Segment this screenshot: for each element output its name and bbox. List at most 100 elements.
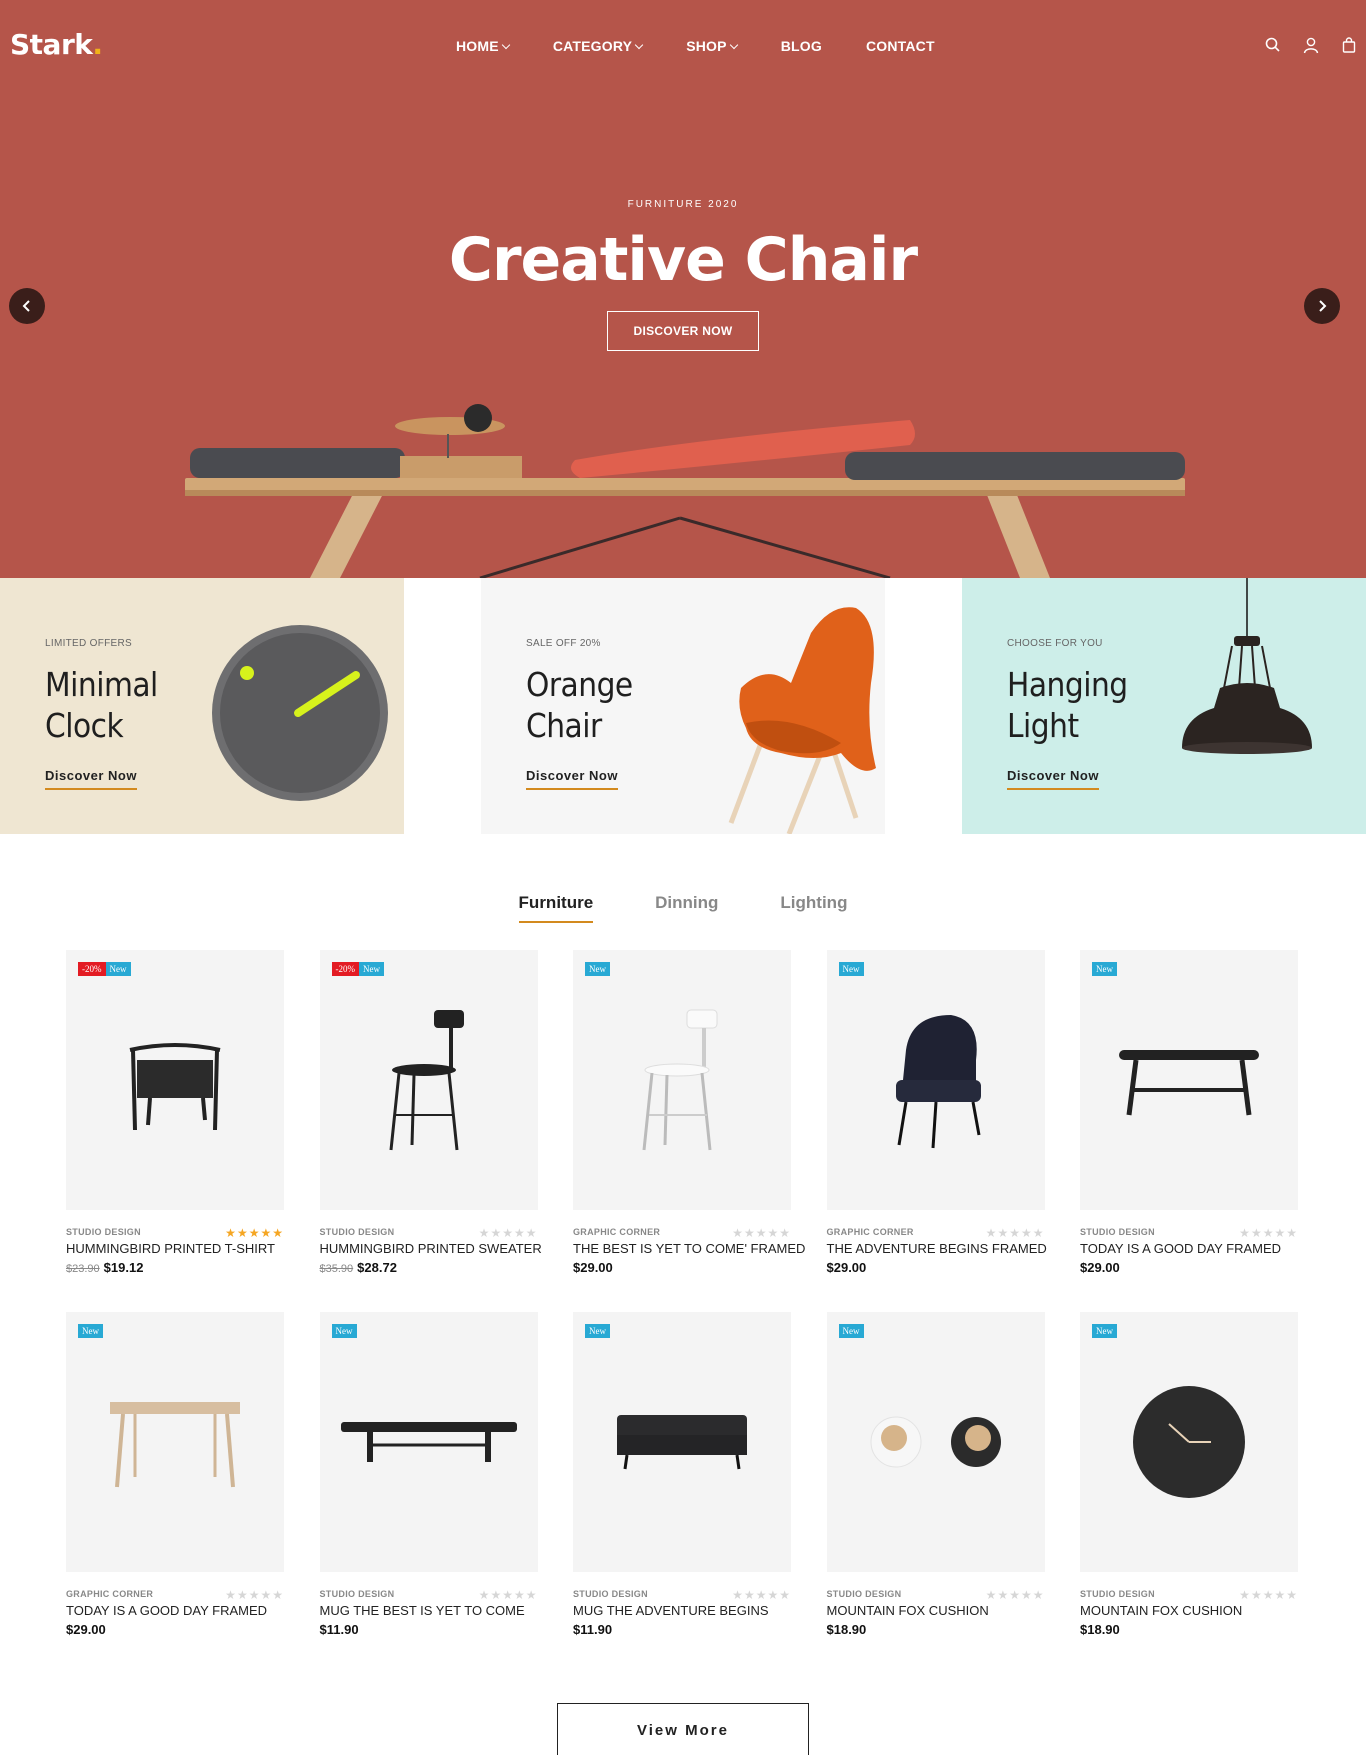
old-price: $35.90	[319, 1263, 354, 1275]
product-price: $11.90	[573, 1622, 791, 1637]
star-icon: ★	[1009, 1226, 1021, 1240]
hero-title: Creative Chair	[448, 225, 918, 295]
product-name[interactable]: MOUNTAIN FOX CUSHION	[1080, 1603, 1298, 1618]
product-card[interactable]: New STUDIO DESIGN ★★★★★ MUG THE ADVENTURE B…	[573, 1312, 791, 1659]
product-card[interactable]: New STUDIO DESIGN ★★★★★ MUG THE BEST IS YET…	[319, 1312, 538, 1659]
star-icon: ★	[513, 1226, 526, 1240]
product-meta: GRAPHIC CORNER ★★★★★ THE BEST IS YET TO CO…	[573, 1226, 805, 1297]
product-name[interactable]: MOUNTAIN FOX CUSHION	[827, 1603, 1045, 1618]
logo[interactable]: Stark.	[10, 28, 103, 61]
main-nav: HOME CATEGORY SHOP BLOG CONTACT	[456, 38, 979, 54]
orange-chair-image	[728, 607, 876, 834]
product-name[interactable]: THE ADVENTURE BEGINS FRAMED	[827, 1241, 1047, 1256]
star-icon: ★	[260, 1226, 273, 1240]
product-image[interactable]: New	[319, 1312, 538, 1572]
rating-stars: ★★★★★	[986, 1226, 1045, 1240]
tab-dinning[interactable]: Dinning	[655, 893, 718, 923]
star-icon: ★	[490, 1588, 503, 1602]
shopping-bag-icon[interactable]	[1340, 36, 1358, 54]
star-icon: ★	[732, 1226, 744, 1240]
nav-shop[interactable]: SHOP	[686, 38, 738, 54]
star-icon: ★	[1250, 1226, 1263, 1240]
product-card[interactable]: -20% New STUDIO DESIGN ★★★★★ HUMMINGBIRD PRI…	[66, 950, 284, 1297]
rating-stars: ★★★★★	[732, 1226, 791, 1240]
product-name[interactable]: THE BEST IS YET TO COME' FRAMED	[573, 1241, 805, 1256]
product-image[interactable]: New	[66, 1312, 284, 1572]
current-price: $19.12	[103, 1260, 144, 1275]
product-badges: New	[585, 962, 610, 976]
banner-hanging-light[interactable]: CHOOSE FOR YOU Hanging Light Discover No…	[962, 578, 1366, 834]
current-price: $11.90	[319, 1622, 359, 1637]
rating-stars: ★★★★★	[479, 1226, 538, 1240]
slider-next-button[interactable]	[1304, 288, 1340, 324]
product-badges: New	[1092, 962, 1117, 976]
nav-contact[interactable]: CONTACT	[866, 38, 935, 54]
star-icon: ★	[225, 1226, 237, 1240]
star-icon: ★	[1239, 1226, 1251, 1240]
product-name[interactable]: TODAY IS A GOOD DAY FRAMED	[1080, 1241, 1298, 1256]
current-price: $29.00	[826, 1260, 867, 1275]
product-price: $11.90	[320, 1622, 538, 1637]
product-image[interactable]: New	[1080, 1312, 1298, 1572]
star-icon: ★	[755, 1588, 768, 1602]
new-badge: New	[838, 1324, 864, 1338]
product-card[interactable]: New GRAPHIC CORNER ★★★★★ TODAY IS A GOOD DA…	[66, 1312, 284, 1659]
sale-badge: -20%	[78, 962, 106, 976]
new-badge: New	[585, 962, 610, 976]
product-image[interactable]: -20% New	[319, 950, 538, 1210]
product-name[interactable]: HUMMINGBIRD PRINTED T-SHIRT	[66, 1241, 284, 1256]
star-icon: ★	[236, 1226, 249, 1240]
product-image[interactable]: New	[573, 950, 791, 1210]
nav-blog[interactable]: BLOG	[781, 38, 822, 54]
current-price: $29.00	[1080, 1260, 1120, 1275]
product-image[interactable]: New	[1080, 950, 1298, 1210]
search-icon[interactable]	[1264, 36, 1282, 54]
nav-category[interactable]: CATEGORY	[553, 38, 644, 54]
discover-now-link[interactable]: Discover Now	[526, 768, 618, 790]
product-name[interactable]: TODAY IS A GOOD DAY FRAMED	[66, 1603, 284, 1618]
product-card[interactable]: New GRAPHIC CORNER ★★★★★ THE ADVENTURE BEGI…	[826, 950, 1047, 1297]
product-name[interactable]: MUG THE BEST IS YET TO COME	[320, 1603, 538, 1618]
product-tabs: Furniture Dinning Lighting	[0, 893, 1366, 923]
banner-minimal-clock[interactable]: LIMITED OFFERS Minimal Clock Discover No…	[0, 578, 404, 834]
chevron-down-icon	[729, 40, 738, 49]
new-badge: New	[838, 962, 864, 976]
product-badges: New	[331, 1324, 357, 1338]
star-icon: ★	[732, 1588, 744, 1602]
product-badges: New	[838, 962, 864, 976]
product-image[interactable]: New	[573, 1312, 791, 1572]
product-price: $29.00	[1080, 1260, 1298, 1275]
product-card[interactable]: New STUDIO DESIGN ★★★★★ MOUNTAIN FOX CUSHIO…	[826, 1312, 1045, 1659]
star-icon: ★	[225, 1588, 237, 1602]
star-icon: ★	[1032, 1588, 1045, 1602]
product-card[interactable]: New STUDIO DESIGN ★★★★★ MOUNTAIN FOX CUSHIO…	[1080, 1312, 1298, 1659]
nav-home[interactable]: HOME	[456, 38, 511, 54]
new-badge: New	[1092, 1324, 1117, 1338]
user-icon[interactable]	[1302, 36, 1320, 54]
banner-orange-chair[interactable]: SALE OFF 20% Orange Chair Discover Now	[481, 578, 885, 834]
current-price: $28.72	[357, 1260, 397, 1275]
tab-furniture[interactable]: Furniture	[518, 893, 594, 923]
chevron-down-icon	[634, 40, 644, 49]
star-icon: ★	[997, 1588, 1010, 1602]
product-price: $18.90	[1080, 1622, 1298, 1637]
tab-lighting[interactable]: Lighting	[780, 893, 847, 923]
product-image[interactable]: New	[826, 1312, 1045, 1572]
product-card[interactable]: New GRAPHIC CORNER ★★★★★ THE BEST IS YET TO…	[573, 950, 805, 1297]
star-icon: ★	[248, 1588, 261, 1602]
view-more-button[interactable]: View More	[557, 1703, 809, 1755]
banner-kicker: SALE OFF 20%	[526, 638, 601, 649]
discover-now-link[interactable]: Discover Now	[1007, 768, 1099, 790]
discover-now-link[interactable]: Discover Now	[45, 768, 137, 790]
product-name[interactable]: HUMMINGBIRD PRINTED SWEATER	[320, 1241, 542, 1256]
discover-now-button[interactable]: DISCOVER NOW	[607, 311, 759, 351]
product-image[interactable]: New	[826, 950, 1045, 1210]
product-card[interactable]: New STUDIO DESIGN ★★★★★ TODAY IS A GOOD DAY…	[1080, 950, 1298, 1297]
new-badge: New	[359, 962, 384, 976]
product-image[interactable]: -20% New	[66, 950, 284, 1210]
product-card[interactable]: -20% New STUDIO DESIGN ★★★★★ HUMMINGBIRD PRI…	[319, 950, 542, 1297]
star-icon: ★	[743, 1588, 756, 1602]
slider-prev-button[interactable]	[9, 288, 45, 324]
current-price: $29.00	[573, 1260, 613, 1275]
product-name[interactable]: MUG THE ADVENTURE BEGINS	[573, 1603, 791, 1618]
